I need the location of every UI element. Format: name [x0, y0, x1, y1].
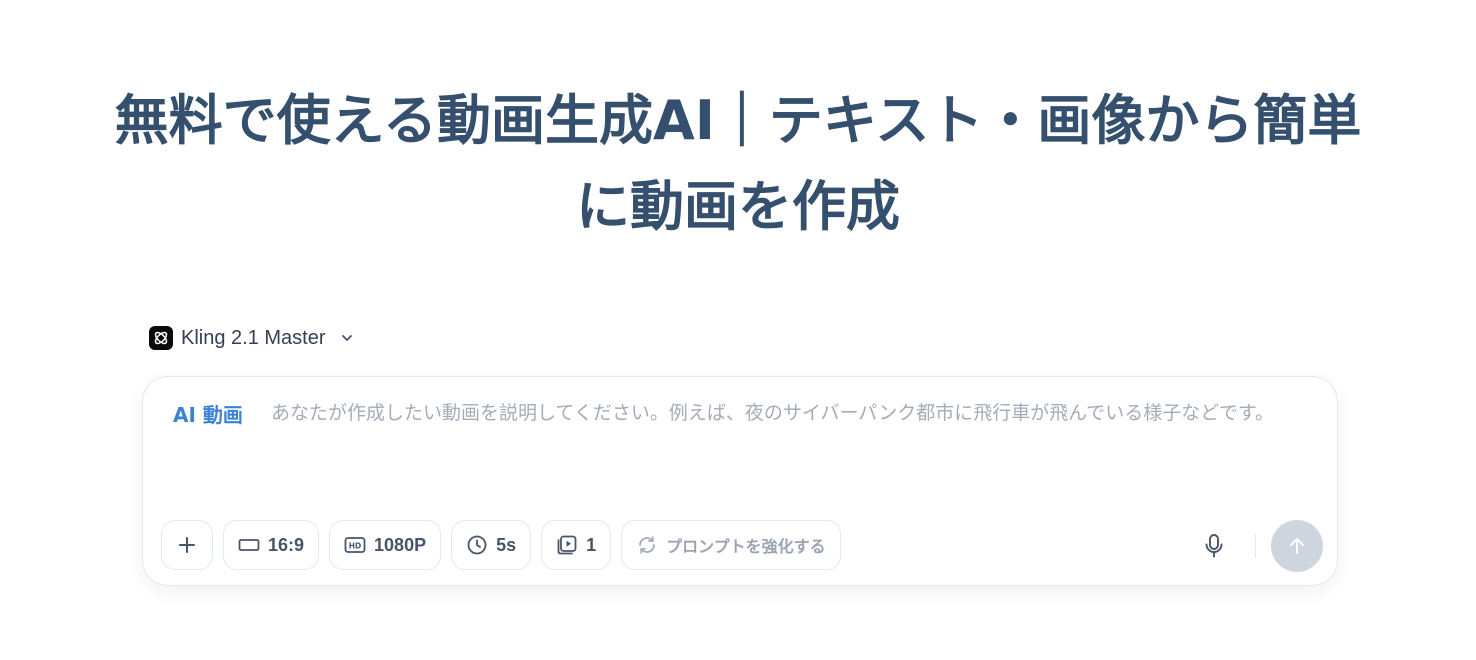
duration-label: 5s	[496, 534, 517, 555]
enhance-prompt-button[interactable]: プロンプトを強化する	[621, 520, 841, 570]
clock-icon	[466, 534, 488, 556]
page-title: 無料で使える動画生成AI｜テキスト・画像から簡単に動画を作成	[114, 89, 1362, 238]
send-button[interactable]	[1271, 520, 1323, 572]
chevron-down-icon	[338, 329, 356, 347]
kling-logo-icon	[149, 326, 173, 350]
page: 無料で使える動画生成AI｜テキスト・画像から簡単に動画を作成 Kling 2.1…	[0, 0, 1476, 660]
microphone-icon	[1203, 533, 1225, 559]
composer-toolbar: 16:9 HD 1080P 5s 1 プロンプトを強化する	[161, 520, 841, 570]
aspect-ratio-icon	[238, 537, 260, 553]
refresh-icon	[636, 534, 658, 556]
microphone-button[interactable]	[1199, 531, 1229, 561]
resolution-label: 1080P	[374, 534, 427, 555]
model-name: Kling 2.1 Master	[181, 326, 326, 349]
aspect-ratio-button[interactable]: 16:9	[223, 520, 320, 570]
model-selector[interactable]: Kling 2.1 Master	[149, 322, 356, 354]
video-count-button[interactable]: 1	[541, 520, 612, 570]
mode-label: AI 動画	[173, 403, 243, 427]
hd-icon: HD	[344, 536, 366, 554]
toolbar-divider	[1255, 534, 1256, 558]
prompt-input[interactable]	[271, 395, 1319, 491]
resolution-button[interactable]: HD 1080P	[329, 520, 442, 570]
svg-text:HD: HD	[349, 542, 362, 551]
aspect-ratio-label: 16:9	[268, 534, 305, 555]
plus-icon	[177, 535, 197, 555]
add-button[interactable]	[161, 520, 213, 570]
duration-button[interactable]: 5s	[451, 520, 532, 570]
prompt-composer: AI 動画 16:9	[142, 376, 1338, 586]
video-count-label: 1	[586, 534, 597, 555]
video-stack-icon	[556, 534, 578, 556]
arrow-up-icon	[1286, 535, 1308, 557]
enhance-prompt-label: プロンプトを強化する	[666, 537, 826, 556]
